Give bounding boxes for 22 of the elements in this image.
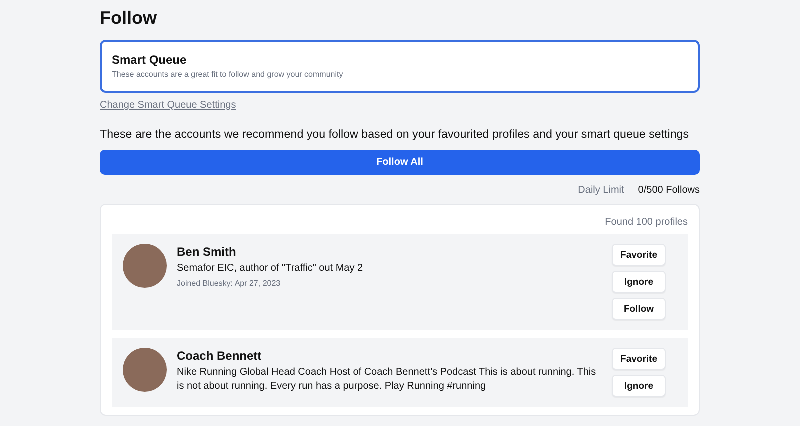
profile-bio: Nike Running Global Head Coach Host of Coach Bennett’s Podcast This is about running. This is not about running. Every run has a purpose. Play Running #running	[177, 366, 598, 394]
profile-name: Coach Bennett	[177, 349, 263, 364]
profile-action-button[interactable]: Ignore	[612, 375, 666, 397]
avatar	[123, 348, 167, 392]
profile-name: Ben Smith	[177, 245, 238, 260]
found-count: Found 100 profiles	[604, 217, 688, 228]
card-description: These accounts are a great fit to follow and grow your community	[112, 70, 344, 79]
settings-link[interactable]: Change Smart Queue Settings	[100, 100, 236, 111]
profile-action-button[interactable]: Favorite	[612, 348, 666, 370]
intro-text: These are the accounts we recommend you follow based on your favourited profiles and your smart queue settings	[100, 127, 690, 142]
daily-limit-value: 0/500 Follows	[638, 185, 700, 196]
daily-limit-label: Daily Limit	[578, 185, 624, 196]
smart-queue-card[interactable]: Smart Queue These accounts are a great fit to follow and grow your community	[100, 40, 700, 93]
follow-all-button[interactable]: Follow All	[100, 150, 700, 175]
profile-action-button[interactable]: Ignore	[612, 271, 666, 293]
profile-bio: Semafor EIC, author of "Traffic" out May 2	[177, 262, 364, 276]
profile-action-button[interactable]: Follow	[612, 298, 666, 320]
avatar	[123, 244, 167, 288]
page-title: Follow	[100, 8, 158, 28]
profile-action-button[interactable]: Favorite	[612, 244, 666, 266]
joined-date: Joined Bluesky: Apr 27, 2023	[177, 279, 282, 288]
card-title: Smart Queue	[112, 53, 188, 68]
